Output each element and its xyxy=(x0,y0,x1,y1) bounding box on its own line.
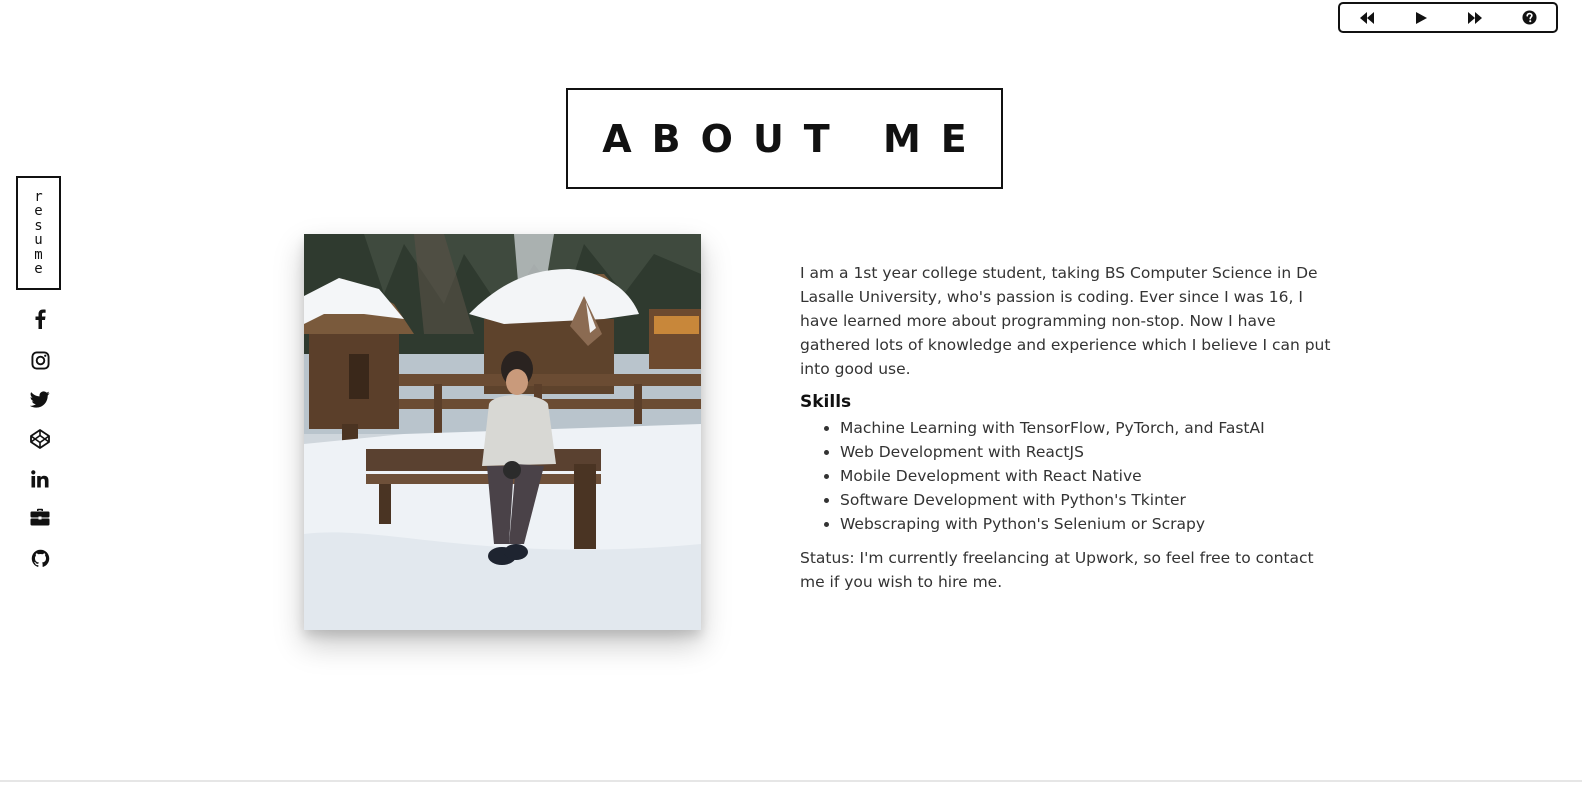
help-icon[interactable] xyxy=(1517,7,1541,29)
status-text: Status: I'm currently freelancing at Upw… xyxy=(800,549,1314,591)
about-me-title-box: ABOUT ME xyxy=(566,88,1003,189)
briefcase-icon[interactable] xyxy=(28,505,52,529)
twitter-icon[interactable] xyxy=(28,387,52,411)
codepen-icon[interactable] xyxy=(28,427,52,451)
skills-list: Machine Learning with TensorFlow, PyTorc… xyxy=(800,416,1350,536)
instagram-icon[interactable] xyxy=(28,348,52,372)
skill-item: Web Development with ReactJS xyxy=(840,440,1350,464)
linkedin-icon[interactable] xyxy=(28,467,52,491)
bio-paragraph: I am a 1st year college student, taking … xyxy=(800,264,1331,378)
rewind-icon[interactable] xyxy=(1355,7,1379,29)
page-title: ABOUT ME xyxy=(602,116,987,161)
player-controls xyxy=(1338,2,1558,33)
skill-item: Mobile Development with React Native xyxy=(840,464,1350,488)
profile-photo xyxy=(304,234,701,630)
skill-item: Webscraping with Python's Selenium or Sc… xyxy=(840,512,1350,536)
about-section: I am a 1st year college student, taking … xyxy=(800,261,1350,594)
github-icon[interactable] xyxy=(28,546,52,570)
fast-forward-icon[interactable] xyxy=(1463,7,1487,29)
bottom-divider xyxy=(0,780,1582,782)
skill-item: Software Development with Python's Tkint… xyxy=(840,488,1350,512)
play-icon[interactable] xyxy=(1409,7,1433,29)
skills-heading: Skills xyxy=(800,392,852,412)
resume-label: resume xyxy=(34,188,43,277)
skill-item: Machine Learning with TensorFlow, PyTorc… xyxy=(840,416,1350,440)
facebook-icon[interactable] xyxy=(28,307,52,331)
resume-button[interactable]: resume xyxy=(16,176,61,290)
